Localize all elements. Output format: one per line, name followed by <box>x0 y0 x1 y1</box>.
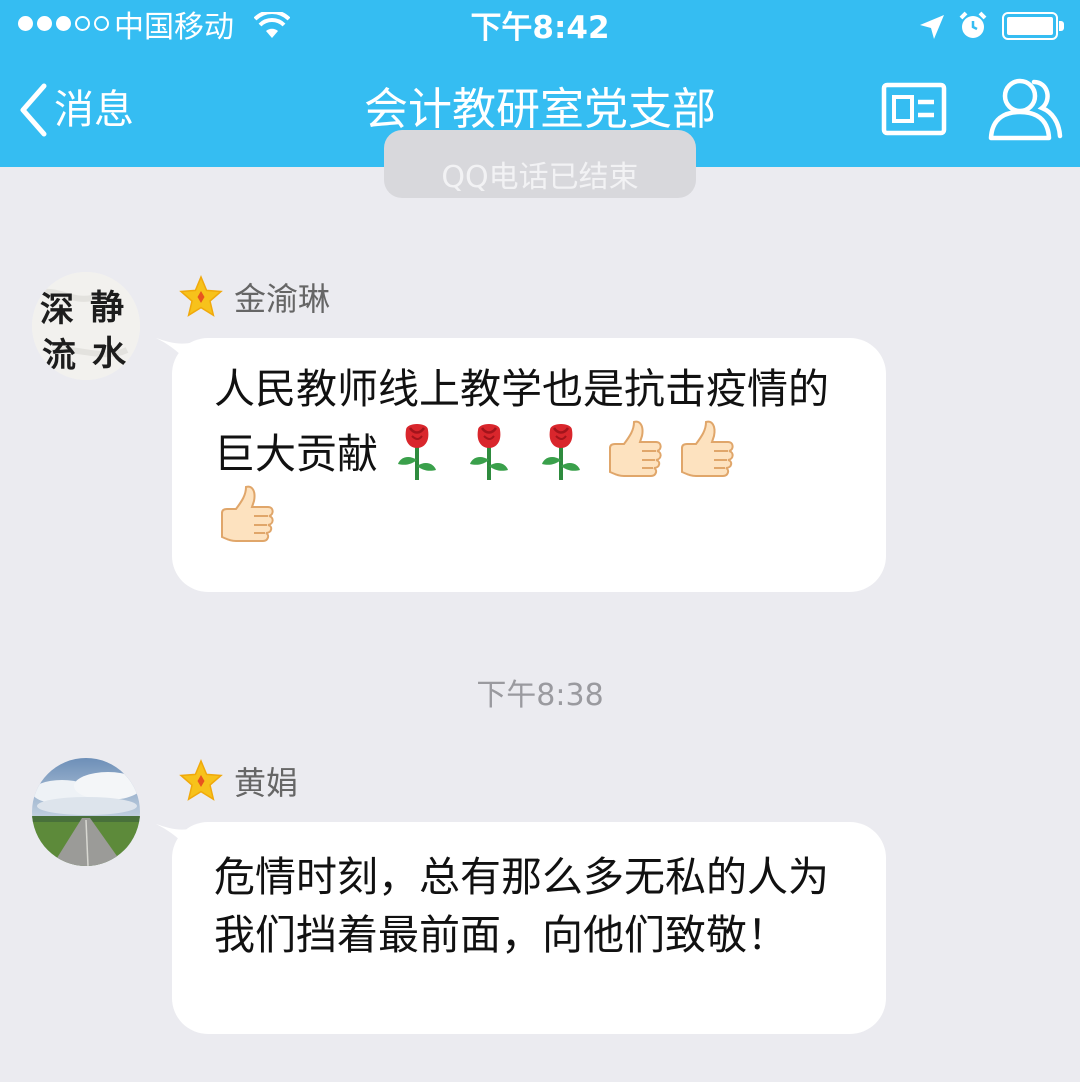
sender-row: 黄娟 <box>178 756 298 806</box>
avatar[interactable] <box>32 758 140 866</box>
thumbs-up-icon <box>681 420 734 477</box>
emoji-group <box>386 418 738 482</box>
emoji-group <box>214 483 278 547</box>
avatar-calligraphy-char: 深 <box>40 290 74 330</box>
message-text: 危情时刻，总有那么多无私的人为我们挡着最前面，向他们致敬！ <box>214 853 829 959</box>
status-bar: 中国移动 下午8:42 <box>0 0 1080 56</box>
sender-name: 黄娟 <box>234 764 299 802</box>
sender-row: 金渝琳 <box>178 272 330 322</box>
alarm-clock-icon <box>959 11 987 38</box>
avatar-calligraphy-char: 水 <box>92 334 126 374</box>
message-bubble[interactable]: 人民教师线上教学也是抗击疫情的巨大贡献 <box>172 338 886 592</box>
star-badge-icon <box>179 275 223 317</box>
avatar[interactable]: 静 水 深 流 <box>32 272 140 380</box>
location-arrow-icon <box>920 15 944 39</box>
rose-icon <box>470 424 508 480</box>
message-timestamp: 下午8:38 <box>476 678 604 713</box>
group-profile-card-icon[interactable] <box>880 80 948 138</box>
system-notice-pill: QQ电话已结束 <box>384 130 696 198</box>
avatar-calligraphy-char: 流 <box>42 336 76 376</box>
thumbs-up-icon <box>221 485 274 542</box>
rose-icon <box>542 424 580 480</box>
landscape-avatar-image <box>32 758 140 866</box>
star-badge-icon <box>179 759 223 801</box>
rose-icon <box>398 424 436 480</box>
system-notice-text: QQ电话已结束 <box>441 160 639 195</box>
group-members-icon[interactable] <box>986 74 1064 144</box>
avatar-calligraphy-char: 静 <box>90 288 124 328</box>
thumbs-up-icon <box>609 420 662 477</box>
message-bubble[interactable]: 危情时刻，总有那么多无私的人为我们挡着最前面，向他们致敬！ <box>172 822 886 1034</box>
battery-icon <box>1002 12 1064 40</box>
sender-name: 金渝琳 <box>234 280 331 318</box>
